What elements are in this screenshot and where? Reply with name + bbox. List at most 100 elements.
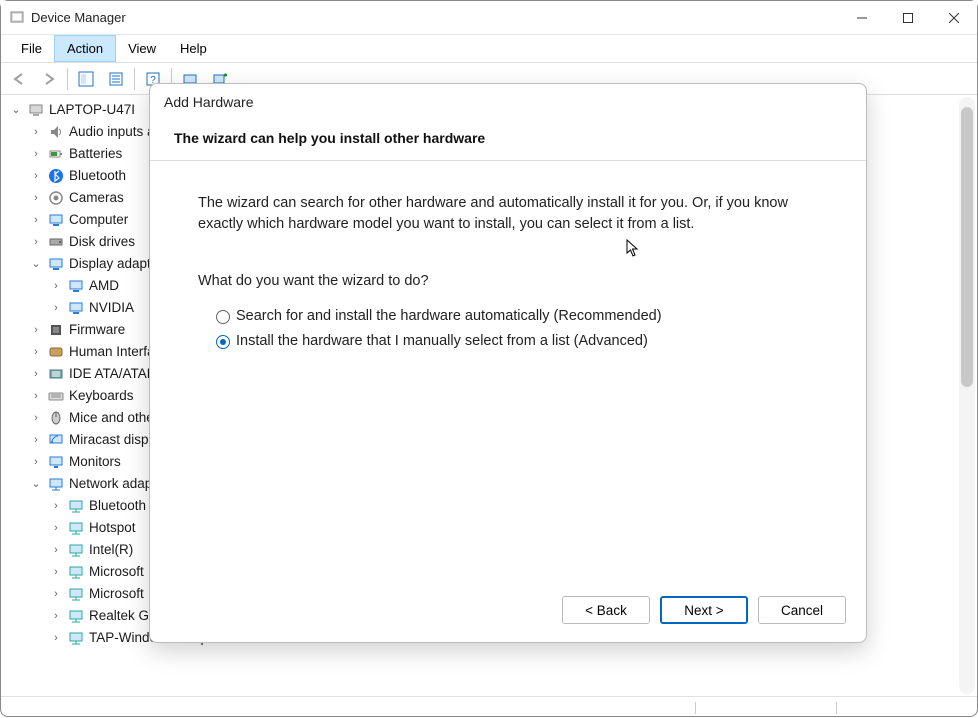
radio-label-manual: Install the hardware that I manually sel… <box>236 331 648 352</box>
back-button[interactable]: < Back <box>562 596 650 624</box>
tree-item-label: Microsoft <box>89 583 144 605</box>
chevron-down-icon[interactable]: ⌄ <box>29 473 43 495</box>
properties-button[interactable] <box>102 66 130 92</box>
cancel-button[interactable]: Cancel <box>758 596 846 624</box>
menu-file[interactable]: File <box>9 35 54 62</box>
chevron-right-icon[interactable]: › <box>29 319 43 341</box>
menubar: File Action View Help <box>1 35 977 63</box>
tree-item-label: Cameras <box>69 187 124 209</box>
show-hide-tree-button[interactable] <box>72 66 100 92</box>
add-hardware-dialog: Add Hardware The wizard can help you ins… <box>149 83 867 643</box>
hid-icon <box>47 343 65 361</box>
net-icon <box>67 519 85 537</box>
toolbar-separator <box>134 68 135 90</box>
net-icon <box>67 585 85 603</box>
chevron-right-icon[interactable]: › <box>29 165 43 187</box>
tree-item-label: Monitors <box>69 451 121 473</box>
chevron-right-icon[interactable]: › <box>29 385 43 407</box>
nav-forward-button[interactable] <box>35 66 63 92</box>
chevron-right-icon[interactable]: › <box>49 583 63 605</box>
chevron-right-icon[interactable]: › <box>49 605 63 627</box>
tree-item-label: NVIDIA <box>89 297 134 319</box>
titlebar: Device Manager <box>1 1 977 35</box>
tree-item-label: Disk drives <box>69 231 135 253</box>
radio-icon[interactable] <box>216 310 230 324</box>
dialog-question: What do you want the wizard to do? <box>198 271 818 292</box>
chevron-right-icon[interactable]: › <box>29 363 43 385</box>
toolbar-separator <box>67 68 68 90</box>
dialog-heading: The wizard can help you install other ha… <box>150 120 866 161</box>
chevron-right-icon[interactable]: › <box>49 517 63 539</box>
app-icon <box>9 10 25 26</box>
window-title: Device Manager <box>31 10 839 25</box>
tree-item-label: Keyboards <box>69 385 134 407</box>
display-icon <box>67 277 85 295</box>
bluetooth-icon <box>47 167 65 185</box>
network-icon <box>47 475 65 493</box>
next-button[interactable]: Next > <box>660 596 748 624</box>
tree-item-label: Batteries <box>69 143 122 165</box>
display-icon <box>67 299 85 317</box>
tree-item-label: Intel(R) <box>89 539 133 561</box>
chevron-right-icon[interactable]: › <box>49 275 63 297</box>
net-icon <box>67 541 85 559</box>
net-icon <box>67 563 85 581</box>
chevron-right-icon[interactable]: › <box>29 209 43 231</box>
chevron-right-icon[interactable]: › <box>29 341 43 363</box>
chevron-down-icon[interactable]: ⌄ <box>9 99 23 121</box>
chevron-right-icon[interactable]: › <box>49 627 63 649</box>
chevron-right-icon[interactable]: › <box>29 407 43 429</box>
chevron-right-icon[interactable]: › <box>29 187 43 209</box>
radio-option-auto[interactable]: Search for and install the hardware auto… <box>216 306 818 327</box>
tree-item-label: Firmware <box>69 319 125 341</box>
chevron-right-icon[interactable]: › <box>29 429 43 451</box>
chevron-right-icon[interactable]: › <box>49 297 63 319</box>
mouse-icon <box>47 409 65 427</box>
chevron-right-icon[interactable]: › <box>29 451 43 473</box>
computer-icon <box>47 211 65 229</box>
tree-root-label: LAPTOP-U47I <box>49 99 135 121</box>
chevron-right-icon[interactable]: › <box>49 539 63 561</box>
menu-action[interactable]: Action <box>54 35 116 62</box>
chevron-right-icon[interactable]: › <box>49 561 63 583</box>
display-icon <box>47 255 65 273</box>
audio-icon <box>47 123 65 141</box>
maximize-button[interactable] <box>885 1 931 35</box>
close-button[interactable] <box>931 1 977 35</box>
radio-label-auto: Search for and install the hardware auto… <box>236 306 662 327</box>
camera-icon <box>47 189 65 207</box>
nav-back-button[interactable] <box>5 66 33 92</box>
net-icon <box>67 497 85 515</box>
scrollbar-vertical[interactable] <box>959 97 975 694</box>
radio-option-manual[interactable]: Install the hardware that I manually sel… <box>216 331 818 352</box>
tree-item-label: Bluetooth <box>69 165 126 187</box>
tree-item-label: Bluetooth <box>89 495 146 517</box>
dialog-description: The wizard can search for other hardware… <box>198 193 818 235</box>
menu-view[interactable]: View <box>116 35 168 62</box>
minimize-button[interactable] <box>839 1 885 35</box>
chevron-right-icon[interactable]: › <box>29 143 43 165</box>
chevron-right-icon[interactable]: › <box>49 495 63 517</box>
dialog-title: Add Hardware <box>150 84 866 120</box>
statusbar <box>1 696 977 718</box>
computer-icon <box>27 101 45 119</box>
net-icon <box>67 629 85 647</box>
scrollbar-thumb[interactable] <box>961 107 973 387</box>
net-icon <box>67 607 85 625</box>
monitor-icon <box>47 453 65 471</box>
tree-item-label: Computer <box>69 209 128 231</box>
ide-icon <box>47 365 65 383</box>
tree-item-label: Microsoft <box>89 561 144 583</box>
tree-item-label: Hotspot <box>89 517 136 539</box>
tree-item-label: AMD <box>89 275 119 297</box>
miracast-icon <box>47 431 65 449</box>
chevron-right-icon[interactable]: › <box>29 121 43 143</box>
chevron-down-icon[interactable]: ⌄ <box>29 253 43 275</box>
radio-icon[interactable] <box>216 335 230 349</box>
keyboard-icon <box>47 387 65 405</box>
battery-icon <box>47 145 65 163</box>
menu-help[interactable]: Help <box>168 35 219 62</box>
firmware-icon <box>47 321 65 339</box>
disk-icon <box>47 233 65 251</box>
chevron-right-icon[interactable]: › <box>29 231 43 253</box>
